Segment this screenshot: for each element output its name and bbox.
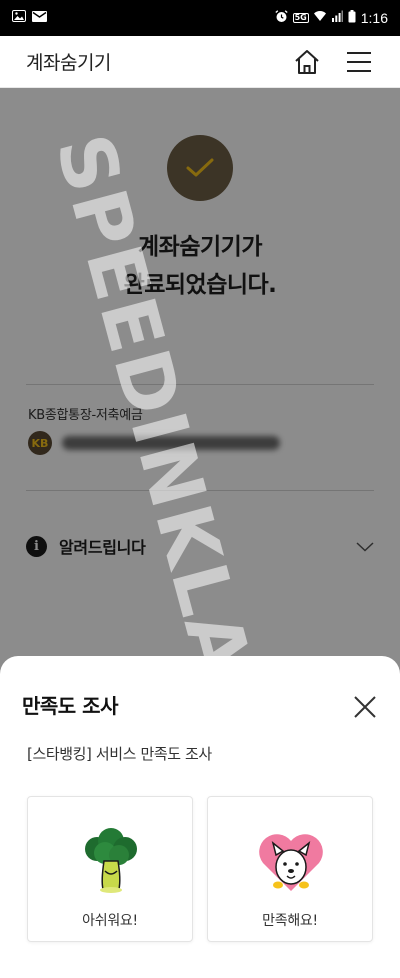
clock: 1:16 <box>360 10 388 26</box>
close-icon[interactable] <box>350 692 380 722</box>
alarm-icon <box>274 9 288 27</box>
survey-bottom-sheet: 만족도 조사 [스타뱅킹] 서비스 만족도 조사 아쉬워요! 만족해요! <box>0 656 400 978</box>
page-title: 계좌숨기기 <box>26 52 111 74</box>
app-header: 계좌숨기기 <box>0 36 400 88</box>
survey-title: 만족도 조사 <box>22 694 118 718</box>
battery-icon <box>348 9 356 27</box>
broccoli-character-icon <box>77 827 145 895</box>
survey-option-bad[interactable]: 아쉬워요! <box>27 796 193 942</box>
status-bar: 5G 1:16 <box>0 0 400 36</box>
status-bar-right: 5G 1:16 <box>274 9 388 27</box>
survey-option-bad-label: 아쉬워요! <box>82 913 138 929</box>
survey-subtitle: [스타뱅킹] 서비스 만족도 조사 <box>27 745 212 763</box>
screen: 5G 1:16 계좌숨기기 계좌숨기기가 완료되었습니다. KB종합통장-저축예… <box>0 0 400 978</box>
menu-icon[interactable] <box>344 47 374 77</box>
home-icon[interactable] <box>292 47 322 77</box>
wifi-icon <box>313 10 326 26</box>
mail-notification-icon <box>32 10 47 26</box>
survey-option-good[interactable]: 만족해요! <box>207 796 373 942</box>
network-type: 5G <box>292 13 309 23</box>
image-notification-icon <box>12 10 26 26</box>
header-icons <box>292 47 374 77</box>
survey-option-good-label: 만족해요! <box>262 913 318 929</box>
dog-heart-character-icon <box>257 827 325 895</box>
status-bar-left <box>12 10 47 26</box>
signal-icon <box>331 10 343 26</box>
